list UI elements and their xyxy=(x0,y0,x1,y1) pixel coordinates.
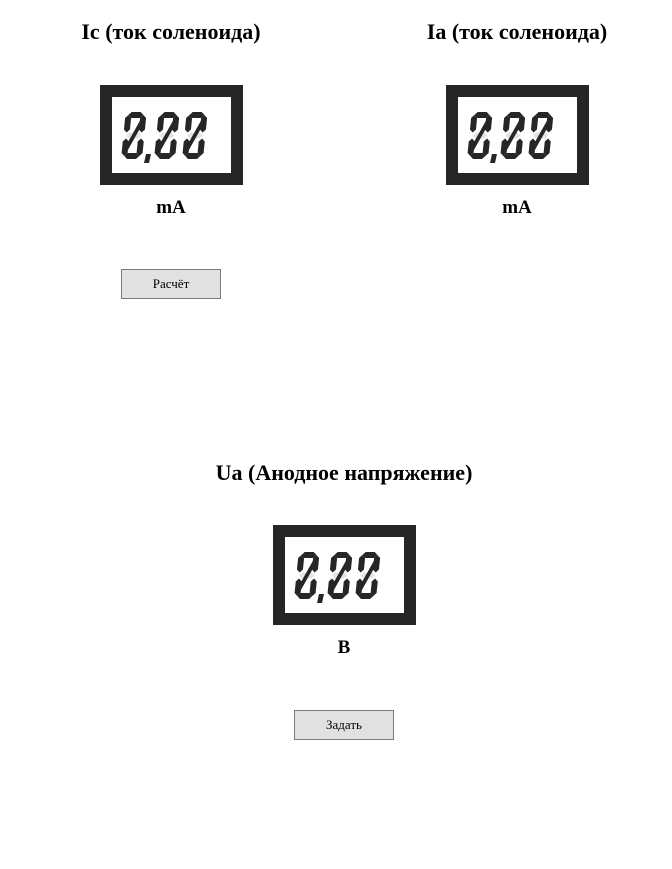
segment-c xyxy=(309,578,317,596)
ia-unit-label: mA xyxy=(502,197,532,218)
display-digit-2 xyxy=(528,112,554,159)
seven-segment-readout xyxy=(467,112,554,163)
display-digit-1 xyxy=(327,552,353,599)
decimal-comma xyxy=(490,154,497,163)
segment-f xyxy=(123,115,132,133)
segment-c xyxy=(482,138,490,156)
segment-f xyxy=(296,555,305,573)
segment-f xyxy=(469,115,478,133)
segment-c xyxy=(370,578,378,596)
decimal-comma xyxy=(144,154,151,163)
ic-title: Ic (ток соленоида) xyxy=(81,19,261,44)
segment-f xyxy=(502,115,511,133)
display-digit-1 xyxy=(500,112,526,159)
segment-c xyxy=(136,138,144,156)
segment-f xyxy=(530,115,539,133)
segment-c xyxy=(169,138,177,156)
segment-c xyxy=(543,138,551,156)
ic-unit-label: mA xyxy=(156,197,186,218)
segment-f xyxy=(357,555,366,573)
segment-f xyxy=(184,115,193,133)
seven-segment-readout xyxy=(294,552,381,603)
display-digit-2 xyxy=(182,112,208,159)
display-digit-2 xyxy=(355,552,381,599)
segment-f xyxy=(329,555,338,573)
segment-c xyxy=(342,578,350,596)
segment-c xyxy=(515,138,523,156)
display-digit-0 xyxy=(121,112,147,159)
calculate-button[interactable]: Расчёт xyxy=(121,269,221,299)
segment-f xyxy=(156,115,165,133)
decimal-comma xyxy=(317,594,324,603)
ia-digital-display xyxy=(446,85,589,185)
ic-digital-display xyxy=(100,85,243,185)
display-digit-1 xyxy=(154,112,180,159)
ua-title: Ua (Анодное напряжение) xyxy=(215,460,473,485)
ua-unit-label: B xyxy=(337,637,351,658)
ia-title: Ia (ток соленоида) xyxy=(426,19,608,44)
seven-segment-readout xyxy=(121,112,208,163)
display-digit-0 xyxy=(294,552,320,599)
segment-c xyxy=(197,138,205,156)
ua-digital-display xyxy=(273,525,416,625)
set-button[interactable]: Задать xyxy=(294,710,394,740)
display-digit-0 xyxy=(467,112,493,159)
